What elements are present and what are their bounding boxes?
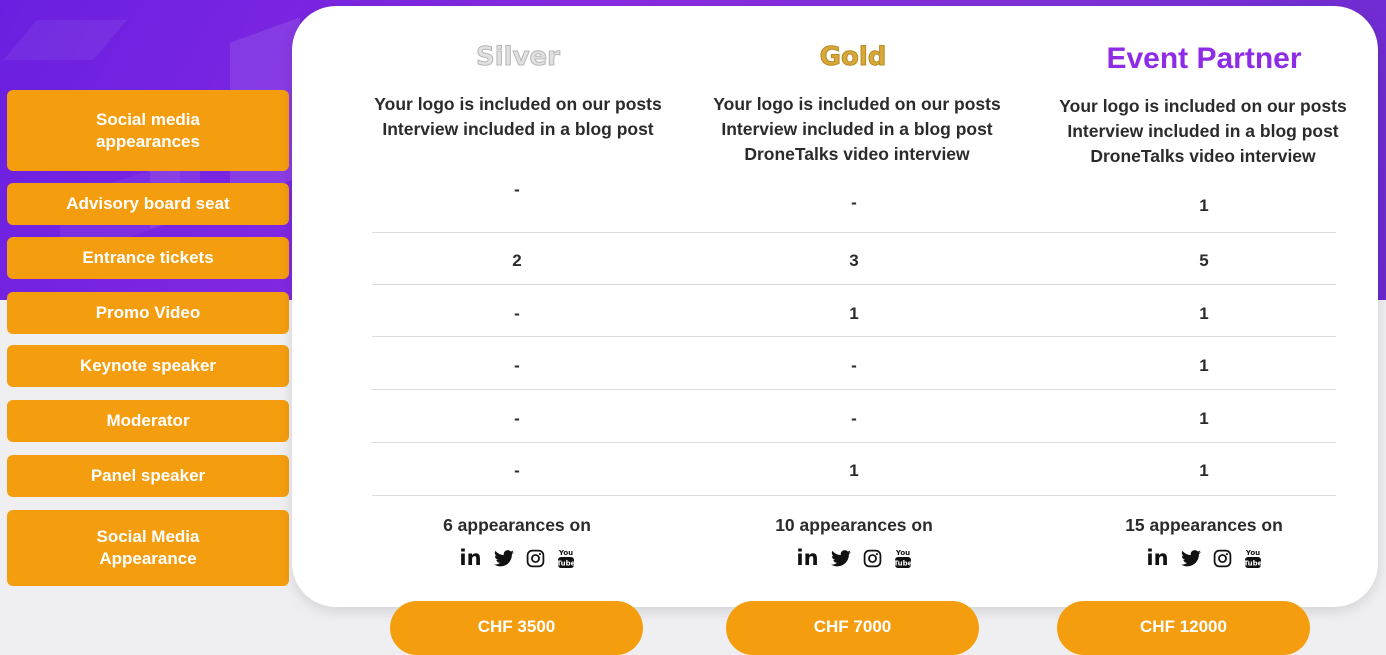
linkedin-icon[interactable]: in xyxy=(459,546,481,570)
row-label-social-media-appearance: Social Media Appearance xyxy=(7,510,289,586)
tier-title-event-partner: Event Partner xyxy=(1106,42,1302,75)
partner-panel: 1 xyxy=(1199,461,1209,480)
silver-panel: - xyxy=(514,461,520,480)
partner-keynote: 1 xyxy=(1199,356,1209,375)
youtube-icon-bottom-text: Tube xyxy=(557,560,575,568)
partner-social-line: DroneTalks video interview xyxy=(1090,146,1316,166)
linkedin-icon[interactable]: in xyxy=(1146,546,1168,570)
youtube-icon[interactable]: You Tube xyxy=(1244,547,1262,569)
row-divider xyxy=(372,232,1336,233)
partner-appearances-text: 15 appearances on xyxy=(1125,515,1283,535)
price-button-event-partner[interactable]: CHF 12000 xyxy=(1057,601,1310,655)
partner-social-line: Your logo is included on our posts xyxy=(1059,96,1347,116)
decorative-shape xyxy=(3,20,127,60)
price-button-gold[interactable]: CHF 7000 xyxy=(726,601,979,655)
youtube-icon-top-text: You xyxy=(557,549,572,557)
instagram-icon[interactable] xyxy=(1213,549,1232,568)
tier-title-gold: Gold xyxy=(819,42,887,73)
silver-appearances: 6 appearances on in You Tube xyxy=(347,515,687,570)
silver-keynote: - xyxy=(514,356,520,375)
social-icons: in You Tube xyxy=(684,546,1024,570)
gold-promo: 1 xyxy=(849,304,859,323)
gold-keynote: - xyxy=(851,356,857,375)
youtube-icon-bottom-text: Tube xyxy=(1244,560,1262,568)
partner-social-benefits: Your logo is included on our posts Inter… xyxy=(1033,94,1373,169)
row-divider xyxy=(372,442,1336,443)
row-label-promo-video: Promo Video xyxy=(7,292,289,334)
twitter-icon[interactable] xyxy=(493,549,514,567)
twitter-icon[interactable] xyxy=(1180,549,1201,567)
youtube-icon[interactable]: You Tube xyxy=(894,547,912,569)
row-label-panel-speaker: Panel speaker xyxy=(7,455,289,497)
silver-appearances-text: 6 appearances on xyxy=(443,515,591,535)
gold-tickets: 3 xyxy=(849,251,859,270)
youtube-icon[interactable]: You Tube xyxy=(557,547,575,569)
tier-title-silver: Silver xyxy=(476,42,561,73)
row-label-keynote-speaker: Keynote speaker xyxy=(7,345,289,387)
gold-social-line: Your logo is included on our posts xyxy=(713,94,1001,114)
social-icons: in You Tube xyxy=(347,546,687,570)
partner-moderator: 1 xyxy=(1199,409,1209,428)
silver-social-benefits: Your logo is included on our posts Inter… xyxy=(348,92,688,142)
silver-advisory: - xyxy=(514,180,520,199)
social-icons: in You Tube xyxy=(1034,546,1374,570)
gold-advisory: - xyxy=(851,193,857,212)
instagram-icon[interactable] xyxy=(863,549,882,568)
row-divider xyxy=(372,495,1336,496)
price-button-silver[interactable]: CHF 3500 xyxy=(390,601,643,655)
linkedin-icon[interactable]: in xyxy=(796,546,818,570)
row-divider xyxy=(372,336,1336,337)
row-label-entrance-tickets: Entrance tickets xyxy=(7,237,289,279)
partner-appearances: 15 appearances on in You Tube xyxy=(1034,515,1374,570)
partner-advisory: 1 xyxy=(1199,196,1209,215)
gold-appearances: 10 appearances on in You Tube xyxy=(684,515,1024,570)
row-label-social-media-appearances: Social media appearances xyxy=(7,90,289,171)
gold-social-line: Interview included in a blog post xyxy=(721,119,993,139)
silver-tickets: 2 xyxy=(512,251,522,270)
partner-tickets: 5 xyxy=(1199,251,1209,270)
row-label-advisory-board-seat: Advisory board seat xyxy=(7,183,289,225)
youtube-icon-top-text: You xyxy=(1244,549,1259,557)
row-label-moderator: Moderator xyxy=(7,400,289,442)
partner-social-line: Interview included in a blog post xyxy=(1067,121,1339,141)
twitter-icon[interactable] xyxy=(830,549,851,567)
gold-moderator: - xyxy=(851,409,857,428)
row-divider xyxy=(372,389,1336,390)
silver-moderator: - xyxy=(514,409,520,428)
gold-appearances-text: 10 appearances on xyxy=(775,515,933,535)
row-divider xyxy=(372,284,1336,285)
partner-promo: 1 xyxy=(1199,304,1209,323)
gold-panel: 1 xyxy=(849,461,859,480)
youtube-icon-top-text: You xyxy=(894,549,909,557)
silver-social-line: Your logo is included on our posts xyxy=(374,94,662,114)
instagram-icon[interactable] xyxy=(526,549,545,568)
youtube-icon-bottom-text: Tube xyxy=(894,560,912,568)
silver-social-line: Interview included in a blog post xyxy=(382,119,654,139)
gold-social-line: DroneTalks video interview xyxy=(744,144,970,164)
gold-social-benefits: Your logo is included on our posts Inter… xyxy=(687,92,1027,167)
silver-promo: - xyxy=(514,304,520,323)
